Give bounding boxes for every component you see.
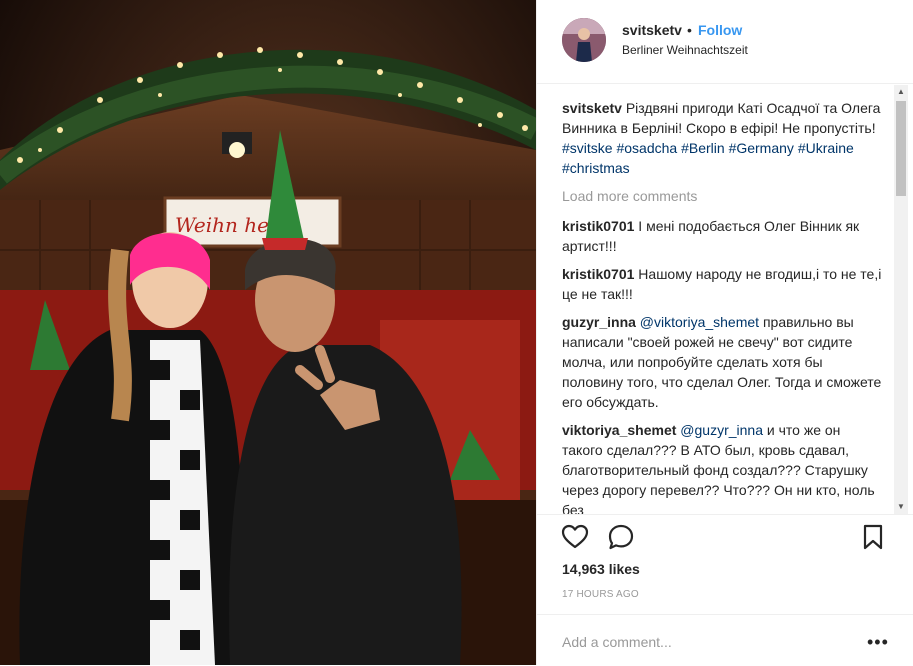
avatar[interactable] [562, 18, 606, 62]
hashtag-link[interactable]: #Germany [729, 140, 794, 156]
load-more-comments-button[interactable]: Load more comments [562, 186, 882, 206]
hashtag-link[interactable]: #osadcha [616, 140, 677, 156]
comment-item: kristik0701 Нашому народу не вгодиш,і то… [562, 264, 882, 304]
more-options-icon[interactable]: ••• [867, 632, 889, 653]
add-comment-bar: Add a comment... ••• [537, 614, 913, 666]
heart-icon[interactable] [561, 523, 589, 551]
hashtag-link[interactable]: #christmas [562, 160, 630, 176]
post-header: svitsketv • Follow Berliner Weihnachtsze… [537, 0, 913, 84]
follow-button[interactable]: Follow [698, 22, 742, 38]
caption-username[interactable]: svitsketv [562, 100, 622, 116]
hashtag-link[interactable]: #svitske [562, 140, 613, 156]
post-side-panel: svitsketv • Follow Berliner Weihnachtsze… [536, 0, 913, 665]
comment-username[interactable]: guzyr_inna [562, 314, 636, 330]
action-bar [537, 514, 913, 555]
comment-username[interactable]: kristik0701 [562, 266, 634, 282]
add-comment-input[interactable]: Add a comment... [562, 634, 672, 650]
comment-mention[interactable]: @viktoriya_shemet [640, 314, 759, 330]
caption: svitsketv Різдвяні пригоди Каті Осадчої … [562, 98, 882, 178]
comment-item: kristik0701 І мені подобається Олег Вінн… [562, 216, 882, 256]
post-timestamp[interactable]: 17 HOURS AGO [562, 589, 639, 600]
scroll-up-arrow-icon[interactable]: ▲ [894, 85, 908, 99]
likes-count[interactable]: 14,963 likes [562, 561, 640, 577]
hashtag-link[interactable]: #Ukraine [798, 140, 854, 156]
comment-username[interactable]: kristik0701 [562, 218, 634, 234]
comment-bubble-icon[interactable] [607, 523, 635, 551]
bookmark-icon[interactable] [859, 523, 887, 551]
post-photo[interactable]: Weihn hen [0, 0, 536, 665]
comment-item: viktoriya_shemet @guzyr_inna и что же он… [562, 420, 882, 514]
comment-item: guzyr_inna @viktoriya_shemet правильно в… [562, 312, 882, 412]
scrollbar-thumb[interactable] [896, 101, 906, 196]
hashtag-link[interactable]: #Berlin [681, 140, 725, 156]
location-link[interactable]: Berliner Weihnachtszeit [622, 43, 748, 57]
username-link[interactable]: svitsketv [622, 22, 682, 38]
comment-mention[interactable]: @guzyr_inna [680, 422, 763, 438]
scroll-down-arrow-icon[interactable]: ▼ [894, 500, 908, 514]
comment-username[interactable]: viktoriya_shemet [562, 422, 676, 438]
comments-list[interactable]: svitsketv Різдвяні пригоди Каті Осадчої … [537, 85, 913, 514]
separator-dot: • [687, 22, 692, 38]
comments-scrollbar[interactable]: ▲ ▼ [894, 85, 908, 514]
booth-sign-text: Weihn hen [175, 213, 282, 237]
